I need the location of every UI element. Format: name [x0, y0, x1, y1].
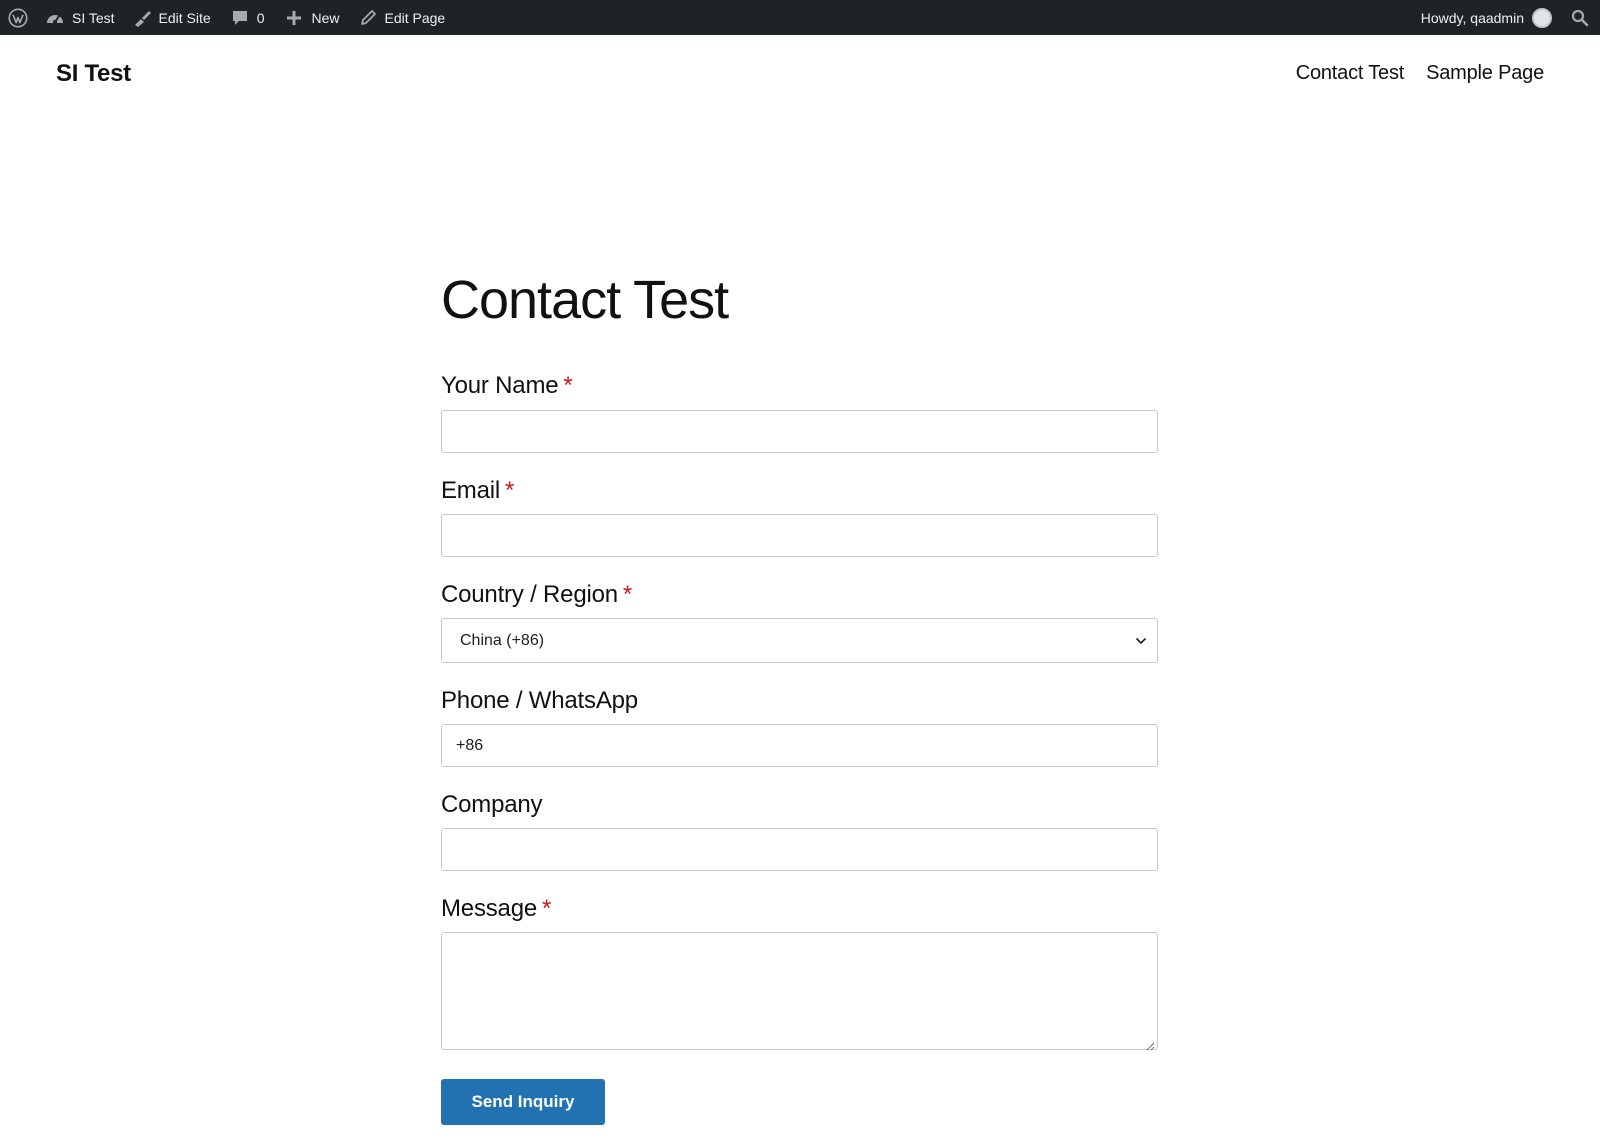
my-account-menu[interactable]: Howdy, qaadmin: [1413, 0, 1562, 35]
edit-page-label: Edit Page: [384, 9, 446, 26]
new-content-menu[interactable]: New: [274, 0, 349, 35]
required-mark: *: [505, 477, 515, 504]
edit-site-link[interactable]: Edit Site: [123, 0, 220, 35]
country-label-text: Country / Region: [441, 581, 618, 608]
avatar: [1532, 7, 1552, 28]
required-mark: *: [563, 372, 573, 399]
email-label: Email *: [441, 476, 514, 506]
dashboard-icon: [45, 8, 65, 28]
company-label: Company: [441, 790, 543, 820]
nav-item-contact-test[interactable]: Contact Test: [1296, 62, 1405, 85]
comments-count: 0: [256, 9, 265, 26]
site-title[interactable]: SI Test: [56, 60, 131, 88]
company-input[interactable]: [441, 828, 1158, 871]
message-label-text: Message: [441, 895, 537, 922]
plus-icon: [284, 8, 304, 28]
new-label: New: [311, 9, 340, 26]
required-mark: *: [622, 581, 633, 608]
brush-icon: [132, 8, 152, 28]
edit-page-link[interactable]: Edit Page: [350, 0, 454, 35]
resize-grip-icon[interactable]: [1146, 1038, 1155, 1051]
site-name-menu[interactable]: SI Test: [37, 0, 123, 35]
message-textarea[interactable]: [441, 932, 1158, 1051]
name-label-text: Your Name: [441, 372, 559, 399]
search-icon: [1570, 8, 1590, 28]
howdy-label: Howdy, qaadmin: [1420, 9, 1524, 26]
phone-label-text: Phone / WhatsApp: [441, 687, 638, 714]
message-label: Message *: [441, 894, 551, 924]
country-label: Country / Region *: [441, 580, 632, 610]
pencil-icon: [358, 8, 378, 28]
phone-label: Phone / WhatsApp: [441, 686, 638, 716]
name-input[interactable]: [441, 410, 1158, 453]
chevron-down-icon: [1135, 632, 1147, 650]
phone-input[interactable]: [441, 724, 1158, 767]
comment-icon: [230, 8, 250, 28]
admin-search[interactable]: [1562, 0, 1600, 35]
nav-item-sample-page[interactable]: Sample Page: [1426, 62, 1544, 85]
admin-bar: SI Test Edit Site 0 New Edit Page Howdy,…: [0, 0, 1600, 35]
site-name-label: SI Test: [72, 9, 115, 26]
page-title: Contact Test: [441, 270, 729, 330]
country-select[interactable]: China (+86): [441, 618, 1158, 663]
email-label-text: Email: [441, 477, 501, 504]
email-input[interactable]: [441, 514, 1158, 557]
send-inquiry-button[interactable]: Send Inquiry: [441, 1079, 605, 1125]
name-label: Your Name *: [441, 371, 573, 401]
country-selected-value: China (+86): [460, 631, 545, 649]
wordpress-logo-icon: [8, 7, 28, 28]
wp-logo-menu[interactable]: [0, 0, 37, 35]
primary-navigation: Contact Test Sample Page: [1296, 62, 1544, 85]
company-label-text: Company: [441, 791, 543, 818]
comments-link[interactable]: 0: [220, 0, 275, 35]
required-mark: *: [541, 895, 552, 922]
edit-site-label: Edit Site: [158, 9, 211, 26]
